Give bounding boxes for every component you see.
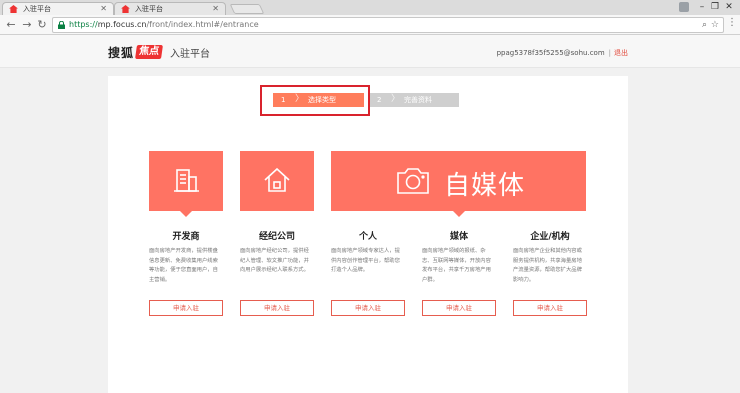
house-favicon-icon bbox=[9, 5, 18, 13]
logout-link[interactable]: 退出 bbox=[614, 49, 628, 57]
apply-media-button[interactable]: 申请入驻 bbox=[422, 300, 496, 316]
apply-individual-button[interactable]: 申请入驻 bbox=[331, 300, 405, 316]
house-favicon-icon bbox=[121, 5, 130, 13]
apply-agency-button[interactable]: 申请入驻 bbox=[240, 300, 314, 316]
building-icon bbox=[174, 169, 199, 192]
close-window-button[interactable]: ✕ bbox=[717, 0, 740, 15]
site-header: 搜狐 焦点 入驻平台 ppag5378f35f5255@sohu.com | 退出 bbox=[0, 35, 740, 68]
developer-card-banner bbox=[149, 151, 223, 217]
tab-title: 入驻平台 bbox=[135, 5, 163, 13]
step-highlight-box bbox=[260, 85, 370, 116]
logo-text: 搜狐 bbox=[108, 45, 135, 60]
category-description: 面向房地产企业和其他内容或服务提供机构，共享海量房地产流量资源，帮助您扩大品牌影… bbox=[513, 248, 582, 283]
header-separator: | bbox=[608, 49, 611, 57]
search-icon[interactable]: ⌕ bbox=[702, 18, 707, 32]
category-enterprise: 企业/机构 面向房地产企业和其他内容或服务提供机构，共享海量房地产流量资源，帮助… bbox=[513, 229, 587, 297]
user-email: ppag5378f35f5255@sohu.com bbox=[496, 49, 605, 57]
browser-toolbar: ← → ↻ https://mp.focus.cn/front/index.ht… bbox=[0, 15, 740, 35]
address-bar[interactable]: https://mp.focus.cn/front/index.html#/en… bbox=[52, 17, 724, 33]
agency-card-banner bbox=[240, 151, 314, 211]
browser-tab[interactable]: 入驻平台 ✕ bbox=[114, 2, 226, 15]
house-icon bbox=[264, 167, 290, 192]
logo-subtitle: 入驻平台 bbox=[170, 48, 211, 60]
site-logo[interactable]: 搜狐 焦点 入驻平台 bbox=[108, 44, 210, 60]
category-developer: 开发商 面向房地产开发商，提供楼盘信息更新、免费收集用户线索等功能，便于您直面用… bbox=[149, 229, 223, 297]
category-agency: 经纪公司 面向房地产经纪公司，提供经纪人管理、软文推广功能，并向用户展示经纪人联… bbox=[240, 229, 314, 297]
category-title: 开发商 bbox=[172, 232, 200, 242]
step-label: 完善资料 bbox=[404, 96, 432, 104]
browser-menu-icon[interactable]: ⋮ bbox=[727, 17, 737, 28]
apply-developer-button[interactable]: 申请入驻 bbox=[149, 300, 223, 316]
camera-icon bbox=[397, 168, 429, 194]
new-tab-button[interactable] bbox=[229, 4, 265, 14]
category-description: 面向房地产开发商，提供楼盘信息更新、免费收集用户线索等功能，便于您直面用户，自主… bbox=[149, 248, 218, 283]
we-media-banner-text: 自媒体 bbox=[444, 171, 526, 201]
close-tab-icon[interactable]: ✕ bbox=[100, 3, 107, 15]
step-number: 2 bbox=[377, 96, 382, 104]
url-text: https://mp.focus.cn/front/index.html#/en… bbox=[69, 20, 259, 29]
category-title: 个人 bbox=[358, 232, 377, 242]
category-individual: 个人 面向房地产领域专家达人，提供内容创作管理平台，帮助您打造个人品牌。 bbox=[331, 229, 405, 297]
forward-arrow-icon[interactable]: → bbox=[20, 17, 34, 33]
lock-icon bbox=[58, 21, 65, 29]
category-description: 面向房地产领域专家达人，提供内容创作管理平台，帮助您打造个人品牌。 bbox=[331, 248, 400, 273]
bookmark-star-icon[interactable]: ☆ bbox=[711, 18, 719, 32]
tab-title: 入驻平台 bbox=[23, 5, 51, 13]
logo-badge: 焦点 bbox=[135, 45, 163, 59]
step-complete-info: 2 〉 完善资料 bbox=[369, 93, 459, 107]
user-info: ppag5378f35f5255@sohu.com | 退出 bbox=[497, 48, 628, 58]
category-description: 面向房地产领域的报纸、杂志、互联网等媒体，开放内容发布平台，共享千万房地产用户群… bbox=[422, 248, 491, 283]
browser-tab-bar: 入驻平台 ✕ 入驻平台 ✕ – ❐ ✕ bbox=[0, 0, 740, 15]
browser-tab-active[interactable]: 入驻平台 ✕ bbox=[2, 2, 114, 15]
category-title: 经纪公司 bbox=[258, 232, 295, 242]
category-title: 媒体 bbox=[449, 232, 468, 242]
close-tab-icon[interactable]: ✕ bbox=[212, 3, 219, 15]
apply-enterprise-button[interactable]: 申请入驻 bbox=[513, 300, 587, 316]
chevron-right-icon: 〉 bbox=[391, 94, 401, 104]
category-media: 媒体 面向房地产领域的报纸、杂志、互联网等媒体，开放内容发布平台，共享千万房地产… bbox=[422, 229, 496, 297]
profile-icon[interactable] bbox=[679, 2, 689, 12]
reload-icon[interactable]: ↻ bbox=[35, 17, 49, 33]
category-title: 企业/机构 bbox=[530, 232, 570, 242]
we-media-card-banner: 自媒体 bbox=[331, 151, 586, 217]
back-arrow-icon[interactable]: ← bbox=[4, 17, 18, 33]
category-description: 面向房地产经纪公司，提供经纪人管理、软文推广功能，并向用户展示经纪人联系方式。 bbox=[240, 248, 309, 273]
